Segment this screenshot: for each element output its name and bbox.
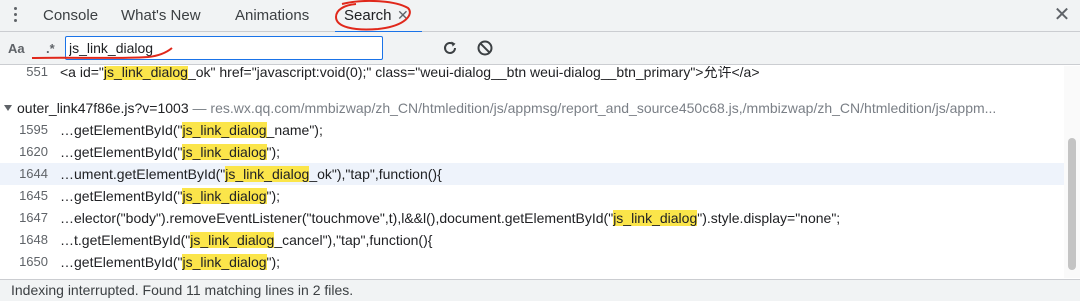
match-code: …getElementById("js_link_dialog"); xyxy=(60,254,281,270)
status-bar: Indexing interrupted. Found 11 matching … xyxy=(0,279,1080,301)
status-text: Indexing interrupted. Found 11 matching … xyxy=(11,282,354,298)
clear-icon[interactable] xyxy=(476,39,494,57)
line-number: 1648 xyxy=(19,232,48,247)
match-highlight: js_link_dialog xyxy=(182,144,267,160)
tab-whats-new[interactable]: What's New xyxy=(121,0,201,32)
tab-console[interactable]: Console xyxy=(43,0,98,32)
match-highlight: js_link_dialog xyxy=(103,66,188,80)
match-code: …getElementById("js_link_dialog"); xyxy=(60,188,281,204)
match-code: …getElementById("js_link_dialog"); xyxy=(60,144,281,160)
regex-toggle[interactable]: .* xyxy=(46,41,55,56)
search-toolbar: Aa .* xyxy=(0,32,1080,65)
match-code: …t.getElementById("js_link_dialog_cancel… xyxy=(60,232,433,248)
line-number: 1647 xyxy=(19,210,48,225)
match-highlight: js_link_dialog xyxy=(225,166,310,182)
match-highlight: js_link_dialog xyxy=(190,232,275,248)
result-row[interactable]: 1595 …getElementById("js_link_dialog_nam… xyxy=(0,119,1064,141)
expand-triangle-icon[interactable] xyxy=(4,105,12,111)
result-row[interactable]: 1645 …getElementById("js_link_dialog"); xyxy=(0,185,1064,207)
match-case-toggle[interactable]: Aa xyxy=(8,41,25,56)
result-row[interactable]: 1644 …ument.getElementById("js_link_dial… xyxy=(0,163,1064,185)
tab-search[interactable]: Search xyxy=(335,0,422,33)
line-number: 1650 xyxy=(19,254,48,269)
result-row[interactable]: 1647 …elector("body").removeEventListene… xyxy=(0,207,1064,229)
match-code: …getElementById("js_link_dialog_name"); xyxy=(60,122,323,138)
result-row[interactable]: 551 <a id="js_link_dialog_ok" href="java… xyxy=(0,66,1064,83)
tab-close-icon[interactable]: ✕ xyxy=(397,8,409,22)
close-drawer-icon[interactable]: ✕ xyxy=(1053,5,1071,27)
match-highlight: js_link_dialog xyxy=(182,188,267,204)
match-code: <a id="js_link_dialog_ok" href="javascri… xyxy=(60,66,760,80)
line-number: 1645 xyxy=(19,188,48,203)
match-highlight: js_link_dialog xyxy=(182,122,267,138)
line-number: 1644 xyxy=(19,166,48,181)
file-name: outer_link47f86e.js?v=1003 — res.wx.qq.c… xyxy=(17,100,997,116)
match-code: …ument.getElementById("js_link_dialog_ok… xyxy=(60,166,442,182)
line-number: 1620 xyxy=(19,144,48,159)
scrollbar-thumb[interactable] xyxy=(1068,138,1076,270)
match-highlight: js_link_dialog xyxy=(613,210,698,226)
tab-animations[interactable]: Animations xyxy=(235,0,309,32)
search-results: 551 <a id="js_link_dialog_ok" href="java… xyxy=(0,66,1064,278)
drawer-tab-bar: Console What's New Animations Search ✕ ✕ xyxy=(0,0,1080,33)
file-group-header[interactable]: outer_link47f86e.js?v=1003 — res.wx.qq.c… xyxy=(0,97,1064,119)
refresh-icon[interactable] xyxy=(441,39,459,57)
result-row[interactable]: 1650 …getElementById("js_link_dialog"); xyxy=(0,251,1064,273)
match-highlight: js_link_dialog xyxy=(182,254,267,270)
tab-search-label: Search xyxy=(344,7,392,24)
kebab-menu-icon[interactable] xyxy=(11,7,19,25)
line-number: 1595 xyxy=(19,122,48,137)
result-row[interactable]: 1648 …t.getElementById("js_link_dialog_c… xyxy=(0,229,1064,251)
match-code: …elector("body").removeEventListener("to… xyxy=(60,210,841,226)
file-path: — res.wx.qq.com/mmbizwap/zh_CN/htmlediti… xyxy=(188,100,997,116)
result-row[interactable]: 1620 …getElementById("js_link_dialog"); xyxy=(0,141,1064,163)
search-input[interactable] xyxy=(65,36,383,60)
vertical-scrollbar[interactable] xyxy=(1064,66,1080,278)
line-number: 551 xyxy=(26,66,48,79)
